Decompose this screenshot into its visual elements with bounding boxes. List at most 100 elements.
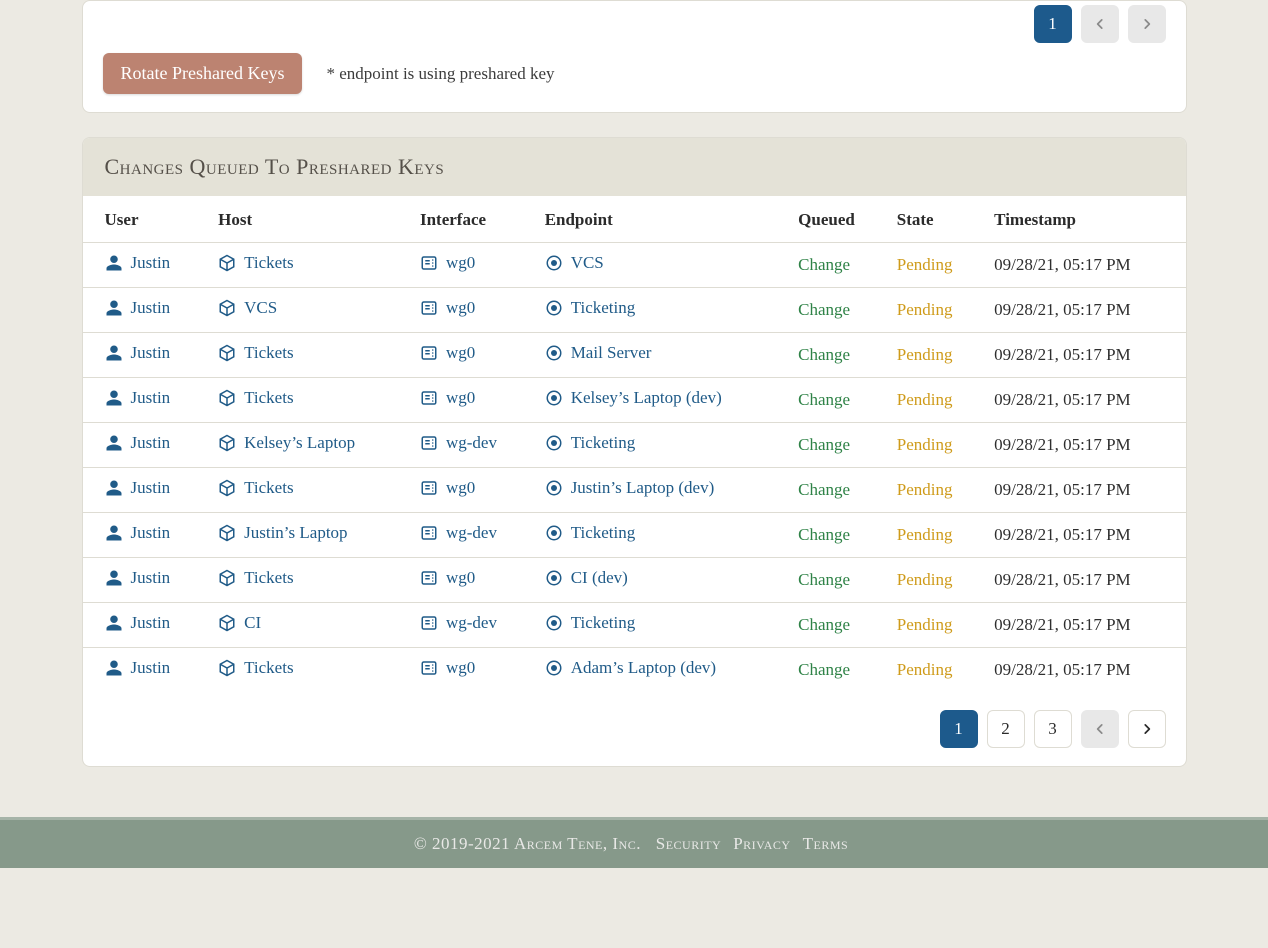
- host-link[interactable]: Tickets: [218, 388, 293, 408]
- card-icon: [420, 479, 438, 497]
- card-icon: [420, 344, 438, 362]
- user-link[interactable]: Justin: [105, 433, 171, 453]
- radio-icon: [545, 389, 563, 407]
- person-icon: [105, 344, 123, 362]
- interface-link[interactable]: wg0: [420, 568, 475, 588]
- col-endpoint: Endpoint: [535, 196, 788, 243]
- user-link[interactable]: Justin: [105, 253, 171, 273]
- endpoint-link[interactable]: Ticketing: [545, 613, 636, 633]
- user-name: Justin: [131, 658, 171, 678]
- host-name: VCS: [244, 298, 277, 318]
- interface-name: wg0: [446, 343, 475, 363]
- radio-icon: [545, 479, 563, 497]
- footer-link-terms[interactable]: Terms: [803, 834, 849, 853]
- endpoint-name: CI (dev): [571, 568, 628, 588]
- interface-name: wg0: [446, 658, 475, 678]
- changes-queued-title: Changes Queued To Preshared Keys: [83, 138, 1186, 196]
- interface-link[interactable]: wg-dev: [420, 523, 497, 543]
- chevron-left-icon: [1093, 722, 1107, 736]
- endpoint-link[interactable]: Ticketing: [545, 433, 636, 453]
- table-row: JustinTicketswg0VCSChangePending09/28/21…: [83, 243, 1186, 288]
- person-icon: [105, 524, 123, 542]
- radio-icon: [545, 659, 563, 677]
- user-link[interactable]: Justin: [105, 523, 171, 543]
- endpoint-name: Ticketing: [571, 613, 636, 633]
- interface-name: wg0: [446, 298, 475, 318]
- interface-link[interactable]: wg0: [420, 343, 475, 363]
- endpoint-name: VCS: [571, 253, 604, 273]
- person-icon: [105, 254, 123, 272]
- cube-icon: [218, 434, 236, 452]
- interface-link[interactable]: wg-dev: [420, 433, 497, 453]
- interface-link[interactable]: wg0: [420, 388, 475, 408]
- radio-icon: [545, 524, 563, 542]
- endpoint-name: Kelsey’s Laptop (dev): [571, 388, 722, 408]
- user-link[interactable]: Justin: [105, 658, 171, 678]
- state-value: Pending: [897, 615, 953, 634]
- footer-link-privacy[interactable]: Privacy: [733, 834, 790, 853]
- endpoint-link[interactable]: Justin’s Laptop (dev): [545, 478, 715, 498]
- user-link[interactable]: Justin: [105, 478, 171, 498]
- state-value: Pending: [897, 480, 953, 499]
- interface-link[interactable]: wg0: [420, 658, 475, 678]
- person-icon: [105, 434, 123, 452]
- table-row: Justin Tickets wg0 Mail Server Change Pending…: [83, 333, 1186, 378]
- top-page-1[interactable]: 1: [1034, 5, 1072, 43]
- host-link[interactable]: Tickets: [218, 658, 293, 678]
- endpoint-link[interactable]: Adam’s Laptop (dev): [545, 658, 716, 678]
- host-name: Tickets: [244, 658, 293, 678]
- user-link[interactable]: Justin: [105, 343, 171, 363]
- state-value: Pending: [897, 525, 953, 544]
- user-link[interactable]: Justin: [105, 568, 171, 588]
- radio-icon: [545, 434, 563, 452]
- endpoint-link[interactable]: Kelsey’s Laptop (dev): [545, 388, 722, 408]
- host-name: Tickets: [244, 253, 293, 273]
- host-link[interactable]: Tickets: [218, 478, 293, 498]
- timestamp-value: 09/28/21, 05:17 PM: [994, 480, 1131, 499]
- user-name: Justin: [131, 523, 171, 543]
- host-link[interactable]: Tickets: [218, 343, 293, 363]
- radio-icon: [545, 254, 563, 272]
- bottom-page-1[interactable]: 1: [940, 710, 978, 748]
- host-link[interactable]: VCS: [218, 298, 277, 318]
- host-link[interactable]: Kelsey’s Laptop: [218, 433, 355, 453]
- footer-link-security[interactable]: Security: [656, 834, 721, 853]
- queued-value: Change: [798, 525, 850, 544]
- user-link[interactable]: Justin: [105, 388, 171, 408]
- host-link[interactable]: CI: [218, 613, 261, 633]
- interface-link[interactable]: wg0: [420, 478, 475, 498]
- endpoint-link[interactable]: Ticketing: [545, 523, 636, 543]
- endpoint-link[interactable]: VCS: [545, 253, 604, 273]
- rotate-preshared-keys-button[interactable]: Rotate Preshared Keys: [103, 53, 303, 94]
- table-row: JustinTicketswg0CI (dev)ChangePending09/…: [83, 558, 1186, 603]
- user-link[interactable]: Justin: [105, 613, 171, 633]
- endpoint-link[interactable]: CI (dev): [545, 568, 628, 588]
- table-row: JustinKelsey’s Laptopwg-devTicketingChan…: [83, 423, 1186, 468]
- bottom-page-3[interactable]: 3: [1034, 710, 1072, 748]
- host-link[interactable]: Tickets: [218, 568, 293, 588]
- host-link[interactable]: Tickets: [218, 253, 293, 273]
- user-link[interactable]: Justin: [105, 298, 171, 318]
- endpoint-name: Ticketing: [571, 523, 636, 543]
- host-link[interactable]: Justin’s Laptop: [218, 523, 347, 543]
- col-timestamp: Timestamp: [984, 196, 1185, 243]
- card-icon: [420, 524, 438, 542]
- interface-link[interactable]: wg-dev: [420, 613, 497, 633]
- host-name: Tickets: [244, 388, 293, 408]
- endpoint-link[interactable]: Mail Server: [545, 343, 652, 363]
- user-name: Justin: [131, 478, 171, 498]
- changes-table: User Host Interface Endpoint Queued Stat…: [83, 196, 1186, 692]
- timestamp-value: 09/28/21, 05:17 PM: [994, 345, 1131, 364]
- host-name: Tickets: [244, 568, 293, 588]
- bottom-page-2[interactable]: 2: [987, 710, 1025, 748]
- card-icon: [420, 389, 438, 407]
- timestamp-value: 09/28/21, 05:17 PM: [994, 435, 1131, 454]
- host-name: Tickets: [244, 343, 293, 363]
- endpoint-link[interactable]: Ticketing: [545, 298, 636, 318]
- queued-value: Change: [798, 345, 850, 364]
- interface-link[interactable]: wg0: [420, 298, 475, 318]
- interface-name: wg-dev: [446, 613, 497, 633]
- interface-link[interactable]: wg0: [420, 253, 475, 273]
- bottom-next-button[interactable]: [1128, 710, 1166, 748]
- state-value: Pending: [897, 345, 953, 364]
